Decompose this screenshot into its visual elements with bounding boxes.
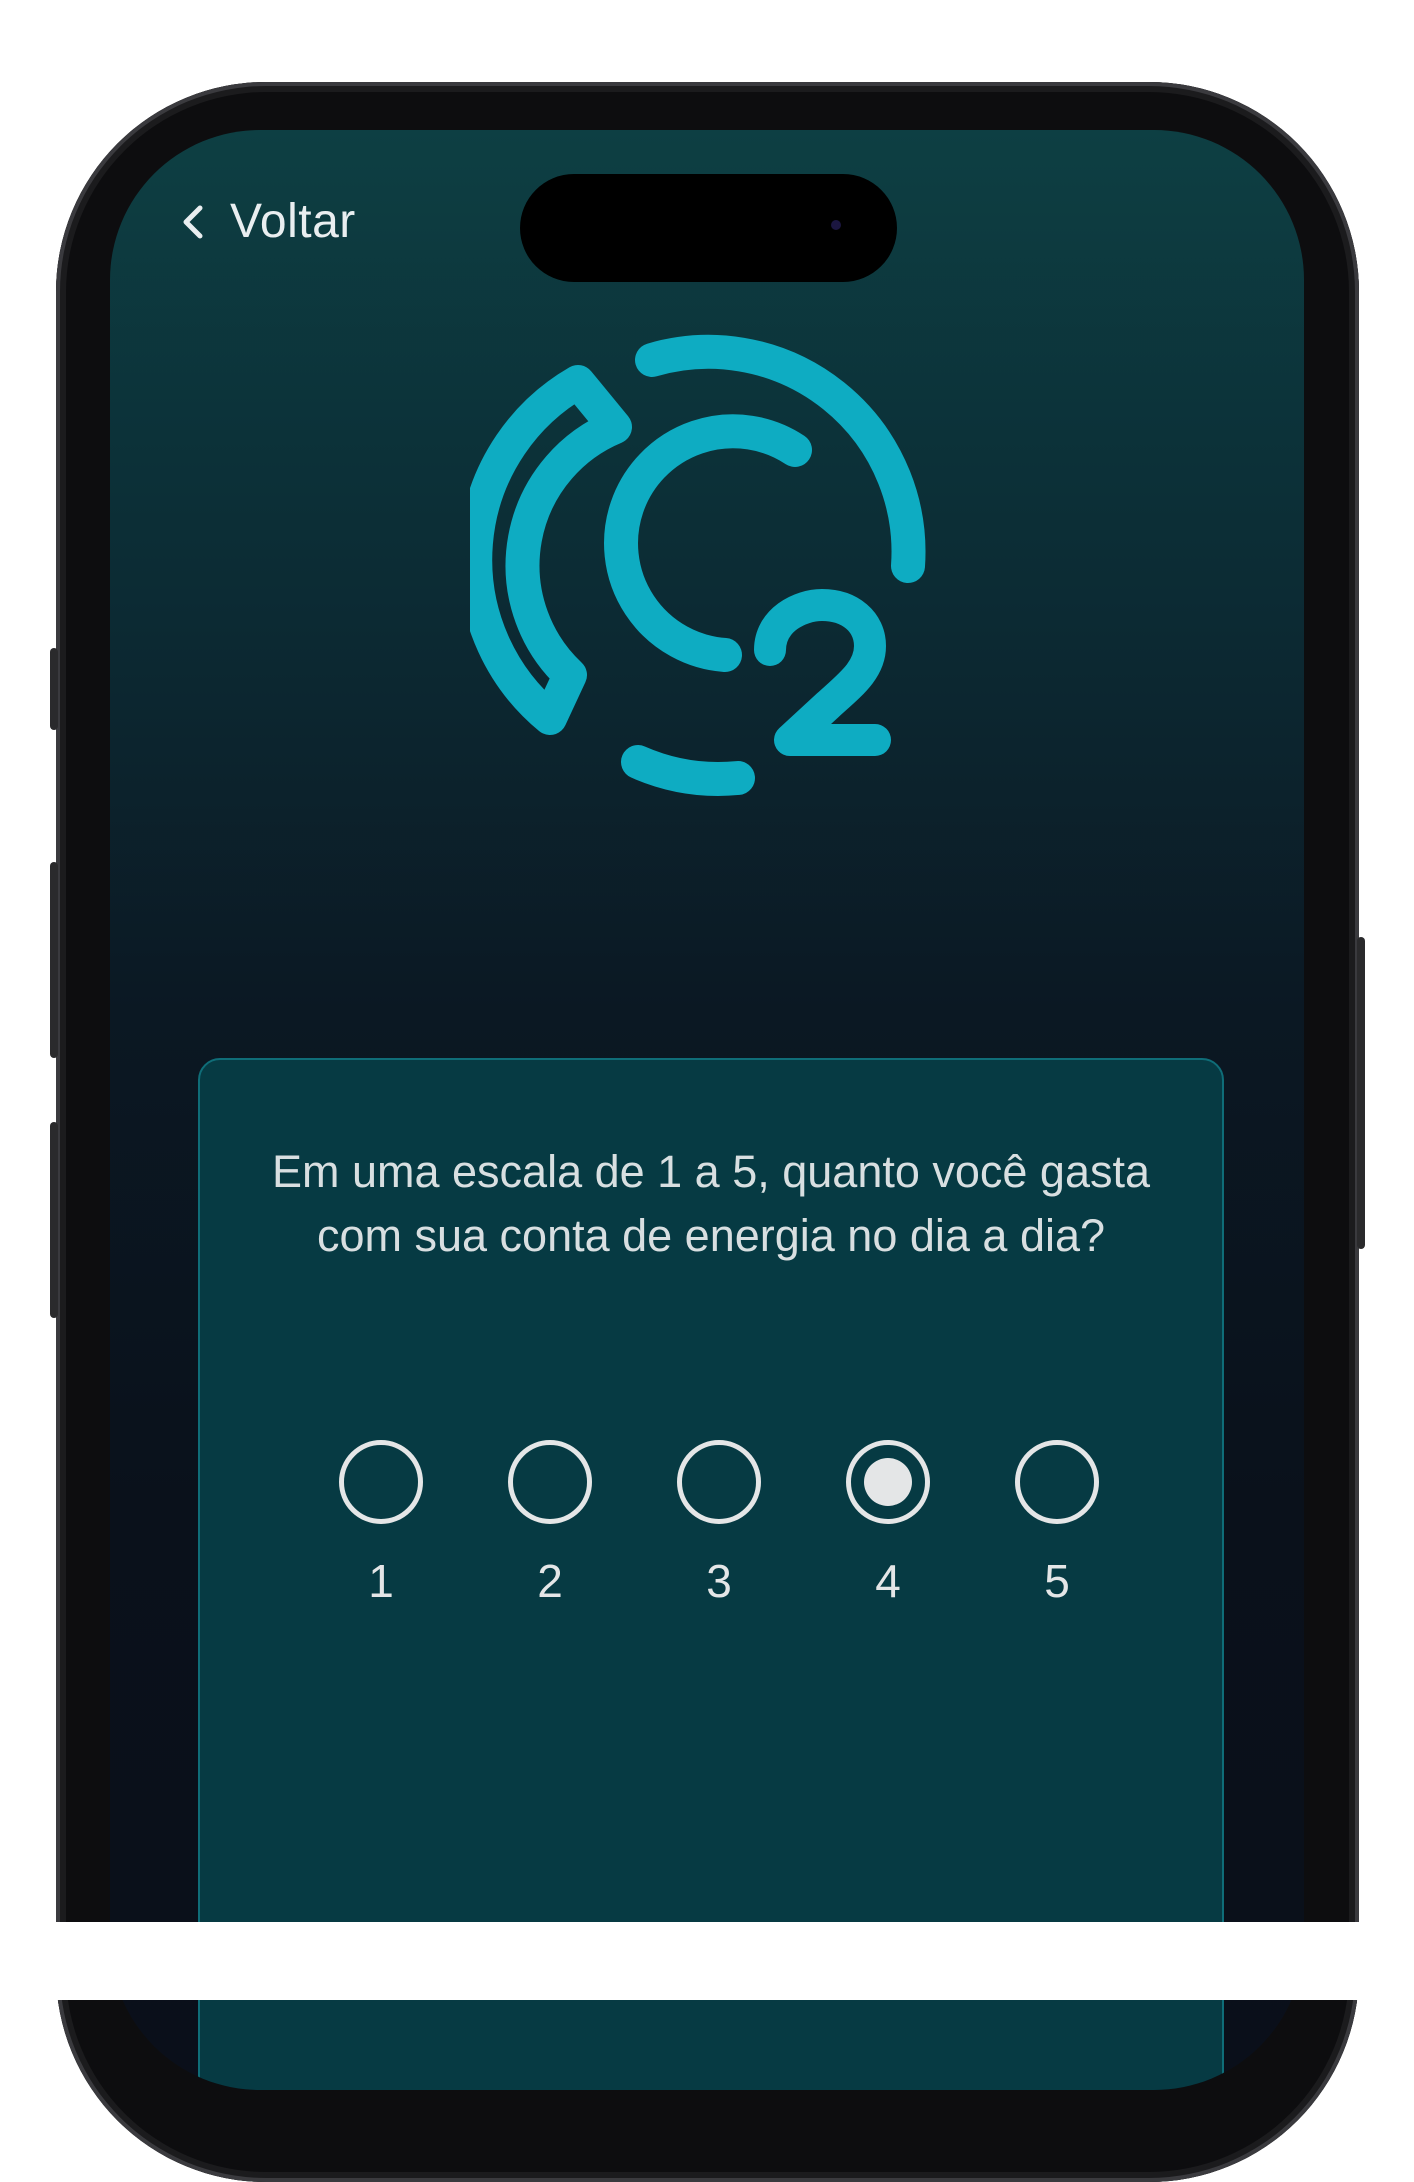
- radio-button[interactable]: [339, 1440, 423, 1524]
- rating-label: 3: [706, 1555, 732, 1607]
- camera-icon: [831, 220, 841, 230]
- rating-option-5[interactable]: 5: [1015, 1440, 1099, 1608]
- volume-up-button: [50, 862, 58, 1058]
- question-text: Em uma escala de 1 a 5, quanto você gast…: [271, 1146, 1151, 1261]
- action-button: [50, 648, 58, 730]
- radio-button[interactable]: [508, 1440, 592, 1524]
- app-screen: Voltar Em uma escala de 1 a 5, quanto vo…: [110, 130, 1304, 2090]
- rating-option-3[interactable]: 3: [677, 1440, 761, 1608]
- radio-button[interactable]: [677, 1440, 761, 1524]
- rating-label: 5: [1044, 1555, 1070, 1607]
- volume-down-button: [50, 1122, 58, 1318]
- rating-scale: 1 2 3 4 5: [339, 1440, 1099, 1608]
- c2-logo-icon: [470, 334, 926, 796]
- radio-button-selected[interactable]: [846, 1440, 930, 1524]
- dynamic-island: [520, 174, 897, 282]
- rating-option-4[interactable]: 4: [846, 1440, 930, 1608]
- power-button: [1357, 937, 1365, 1249]
- rating-option-1[interactable]: 1: [339, 1440, 423, 1608]
- rating-label: 1: [368, 1555, 394, 1607]
- rating-option-2[interactable]: 2: [508, 1440, 592, 1608]
- back-button[interactable]: Voltar: [178, 194, 356, 249]
- rating-label: 2: [537, 1555, 563, 1607]
- chevron-left-icon: [183, 205, 203, 238]
- back-label: Voltar: [230, 195, 356, 248]
- rating-label: 4: [875, 1555, 901, 1607]
- page-bottom-edge: [0, 1922, 1414, 2000]
- radio-button[interactable]: [1015, 1440, 1099, 1524]
